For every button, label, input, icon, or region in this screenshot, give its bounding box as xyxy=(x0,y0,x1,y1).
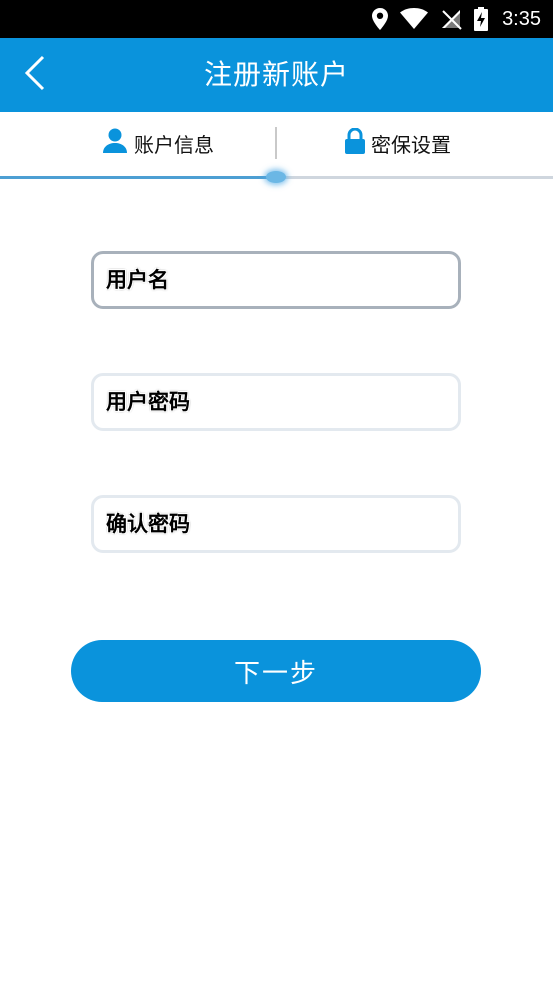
tab-label: 密保设置 xyxy=(371,132,451,157)
step-progress xyxy=(0,171,553,183)
status-time: 3:35 xyxy=(502,7,541,30)
tab-divider xyxy=(275,127,277,159)
tab-account-info[interactable]: 账户信息 xyxy=(40,112,276,174)
tab-label: 账户信息 xyxy=(134,132,214,157)
confirm-password-field[interactable] xyxy=(91,495,461,553)
battery-charging-icon xyxy=(474,7,489,31)
wifi-icon xyxy=(400,8,429,30)
register-screen: 3:35 注册新账户 账户信息 密保设置 用户名 下一步 xyxy=(0,0,553,984)
person-icon xyxy=(102,128,128,159)
status-icons: 3:35 xyxy=(372,0,541,38)
page-title: 注册新账户 xyxy=(203,58,349,91)
password-input[interactable] xyxy=(94,376,458,428)
step-tabs: 账户信息 密保设置 xyxy=(0,112,553,174)
location-icon xyxy=(372,8,389,30)
status-bar: 3:35 xyxy=(0,0,553,38)
no-sim-icon xyxy=(440,8,462,30)
tab-security-settings[interactable]: 密保设置 xyxy=(278,112,518,174)
username-field[interactable] xyxy=(91,251,461,309)
next-step-button[interactable]: 下一步 xyxy=(71,640,481,702)
progress-knob xyxy=(266,171,286,183)
username-input[interactable] xyxy=(94,254,458,306)
lock-icon xyxy=(345,127,365,159)
app-bar: 注册新账户 xyxy=(0,38,553,112)
confirm-password-input[interactable] xyxy=(94,498,458,550)
password-field[interactable] xyxy=(91,373,461,431)
progress-fill xyxy=(0,176,277,179)
